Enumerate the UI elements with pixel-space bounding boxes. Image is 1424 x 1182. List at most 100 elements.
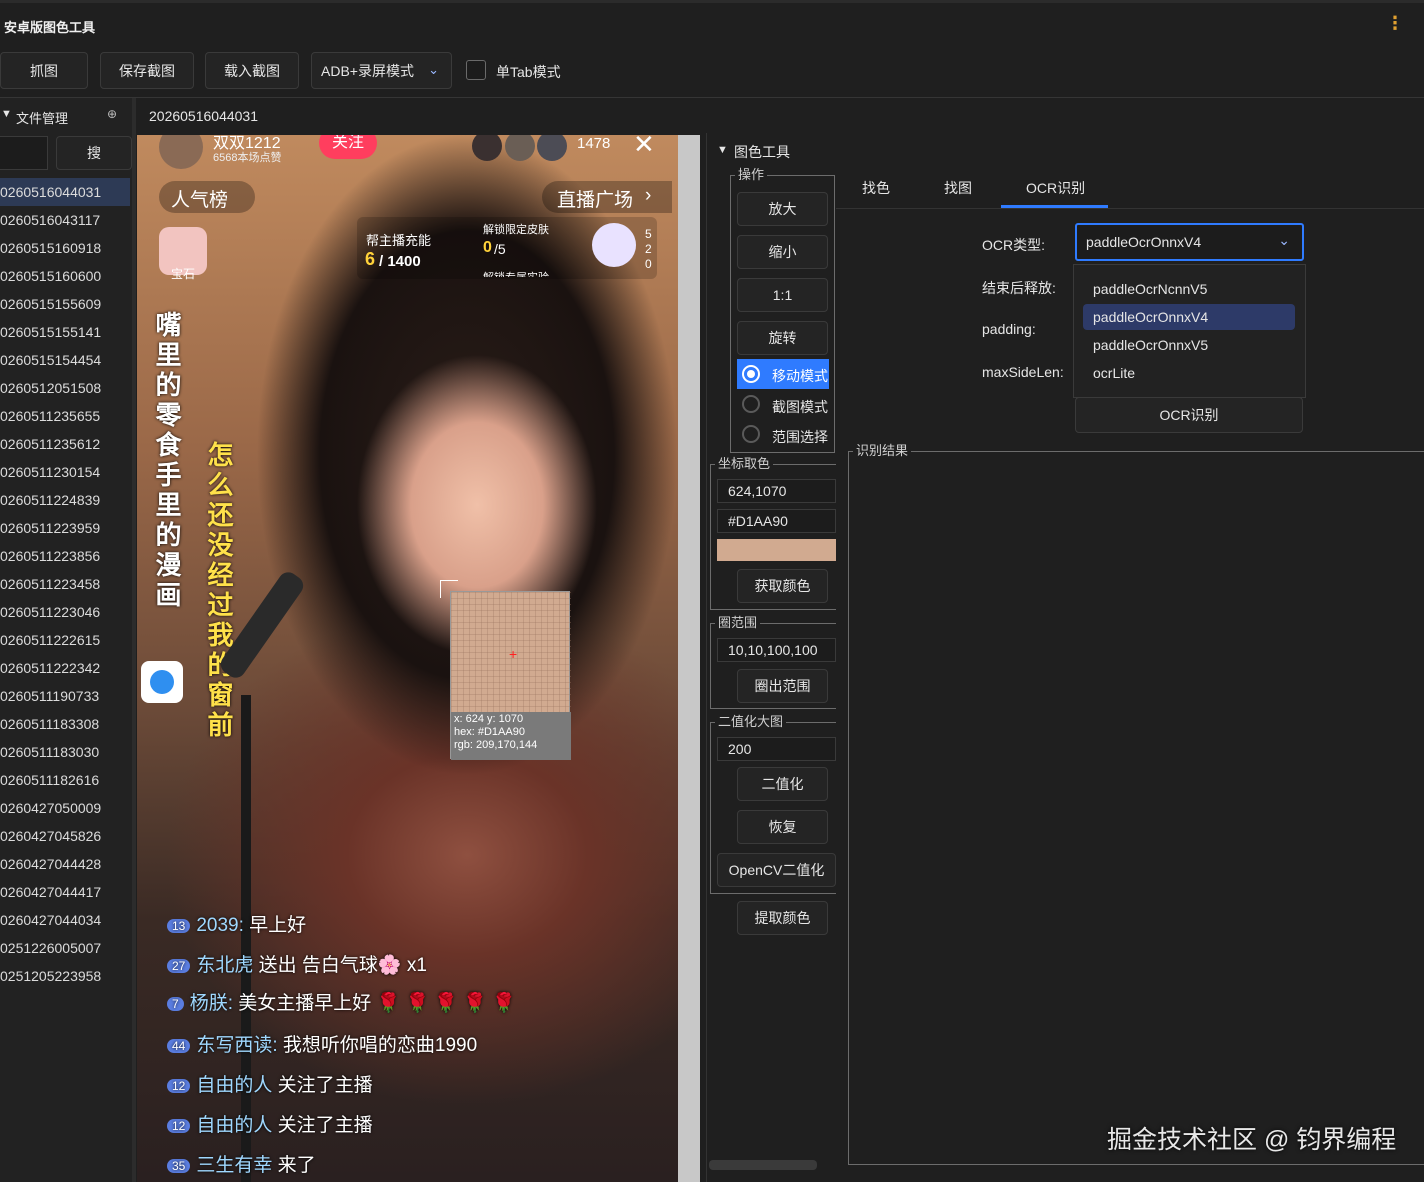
panel-splitter[interactable] xyxy=(132,98,136,1182)
file-list-item[interactable]: 0260511223959 xyxy=(0,514,130,542)
single-tab-checkbox[interactable] xyxy=(466,60,486,80)
toolbar-divider xyxy=(0,97,1424,98)
file-list-item[interactable]: 0260516044031 xyxy=(0,178,130,206)
range-group-title: 圈范围 xyxy=(715,615,761,631)
skin-value: 0 xyxy=(483,239,492,256)
tab-find-image[interactable]: 找图 xyxy=(944,178,972,198)
chat-username[interactable]: 东北虎 xyxy=(196,955,253,976)
tools-scrollbar[interactable] xyxy=(709,1160,817,1170)
chat-username[interactable]: 2039: xyxy=(196,915,244,936)
close-icon[interactable]: ✕ xyxy=(633,135,655,160)
ocr-run-button[interactable]: OCR识别 xyxy=(1075,397,1303,433)
chat-username[interactable]: 自由的人 xyxy=(196,1075,272,1096)
file-list-item[interactable]: 0260511222342 xyxy=(0,654,130,682)
file-search-input[interactable] xyxy=(0,136,48,170)
zoom-in-button[interactable]: 放大 xyxy=(737,192,828,226)
mode-capture-label: 截图模式 xyxy=(772,399,828,415)
file-list-item[interactable]: 0260511235612 xyxy=(0,430,130,458)
file-list-item[interactable]: 0260511223856 xyxy=(0,542,130,570)
file-list-item[interactable]: 0260427050009 xyxy=(0,794,130,822)
tab-find-color[interactable]: 找色 xyxy=(862,178,890,198)
file-list-item[interactable]: 0260511224839 xyxy=(0,486,130,514)
ocr-type-option[interactable]: paddleOcrOnnxV4 xyxy=(1083,304,1295,330)
save-capture-button[interactable]: 保存截图 xyxy=(100,52,194,89)
chat-username[interactable]: 自由的人 xyxy=(196,1115,272,1136)
file-list-item[interactable]: 0260427044417 xyxy=(0,878,130,906)
load-capture-button[interactable]: 载入截图 xyxy=(205,52,299,89)
mode-move[interactable]: 移动模式 xyxy=(737,359,829,389)
color-input[interactable]: #D1AA90 xyxy=(717,509,836,533)
file-list-item[interactable]: 0260512051508 xyxy=(0,374,130,402)
file-list-item[interactable]: 0260515154454 xyxy=(0,346,130,374)
coord-input[interactable]: 624,1070 xyxy=(717,479,836,503)
screenshot-view[interactable]: 双双1212 6568本场点赞 关注 1478 ✕ 人气榜 直播广场 › 宝石 … xyxy=(137,135,678,1182)
file-search-button[interactable]: 搜 xyxy=(56,136,132,170)
collapse-arrow-icon[interactable]: ▼ xyxy=(1,108,12,120)
follow-button[interactable]: 关注 xyxy=(319,135,377,159)
ocr-type-select[interactable]: paddleOcrOnnxV4 ⌄ xyxy=(1075,223,1304,261)
mode-move-radio[interactable] xyxy=(742,365,760,383)
app-logo-icon[interactable] xyxy=(141,661,183,703)
chat-username[interactable]: 东写西读: xyxy=(196,1035,277,1056)
user-level-badge: 12 xyxy=(167,1078,191,1093)
file-list-item[interactable]: 0260511183030 xyxy=(0,738,130,766)
ocr-type-option[interactable]: ocrLite xyxy=(1083,360,1295,386)
get-color-button[interactable]: 获取颜色 xyxy=(737,569,828,603)
restore-button[interactable]: 恢复 xyxy=(737,810,828,844)
ocr-result-title: 识别结果 xyxy=(853,443,912,459)
mode-capture-radio[interactable] xyxy=(742,395,760,413)
tools-collapse-arrow-icon[interactable]: ▼ xyxy=(717,144,728,156)
file-list-item[interactable]: 0260427044428 xyxy=(0,850,130,878)
ocr-type-label: OCR类型: xyxy=(982,237,1045,253)
file-list-item[interactable]: 0260511183308 xyxy=(0,710,130,738)
file-list-item[interactable]: 0260511223046 xyxy=(0,598,130,626)
pin-icon[interactable]: ⊕ xyxy=(107,107,117,121)
ocr-type-option[interactable]: paddleOcrOnnxV5 xyxy=(1083,332,1295,358)
more-menu-icon[interactable]: ⋮ xyxy=(1386,13,1404,34)
range-input[interactable]: 10,10,100,100 xyxy=(717,638,836,662)
chat-username[interactable]: 杨朕: xyxy=(190,993,233,1014)
ocr-type-option[interactable]: paddleOcrNcnnV5 xyxy=(1083,276,1295,302)
rotate-button[interactable]: 旋转 xyxy=(737,321,828,355)
file-list-item[interactable]: 0251205223958 xyxy=(0,962,130,990)
actual-size-button[interactable]: 1:1 xyxy=(737,278,828,312)
file-list-item[interactable]: 0260515155141 xyxy=(0,318,130,346)
file-list-item[interactable]: 0251226005007 xyxy=(0,934,130,962)
magnifier: + x: 624 y: 1070 hex: #D1AA90 rgb: 209,1… xyxy=(450,591,571,760)
file-list-item[interactable]: 0260427045826 xyxy=(0,822,130,850)
file-list-item[interactable]: 0260515155609 xyxy=(0,290,130,318)
extract-color-button[interactable]: 提取颜色 xyxy=(737,901,828,935)
file-list-item[interactable]: 0260511182616 xyxy=(0,766,130,794)
file-list-item[interactable]: 0260511222615 xyxy=(0,626,130,654)
opencv-binarize-button[interactable]: OpenCV二值化 xyxy=(717,853,836,887)
mic-stand xyxy=(241,695,251,1182)
zoom-out-button[interactable]: 缩小 xyxy=(737,235,828,269)
threshold-input[interactable]: 200 xyxy=(717,737,836,761)
chat-username[interactable]: 三生有幸 xyxy=(196,1155,272,1176)
file-list-item[interactable]: 0260427044034 xyxy=(0,906,130,934)
tab-ocr[interactable]: OCR识别 xyxy=(1026,178,1085,198)
gem-label: 宝石 xyxy=(171,267,196,281)
file-list-item[interactable]: 0260515160918 xyxy=(0,234,130,262)
draw-range-button[interactable]: 圈出范围 xyxy=(737,669,828,703)
file-list-item[interactable]: 0260511190733 xyxy=(0,682,130,710)
file-list-item[interactable]: 0260511230154 xyxy=(0,458,130,486)
file-list-item[interactable]: 0260516043117 xyxy=(0,206,130,234)
file-panel: ▼ 文件管理 ⊕ 搜 0260516044031 0260516043117 026… xyxy=(0,98,132,1182)
color-swatch xyxy=(717,539,836,561)
popularity-label: 人气榜 xyxy=(171,190,229,211)
image-tab-title[interactable]: 20260516044031 xyxy=(149,108,258,124)
chevron-right-icon: › xyxy=(645,185,652,206)
chat-message: 44 东写西读: 我想听你唱的恋曲1990 xyxy=(167,1030,477,1057)
capture-button[interactable]: 抓图 xyxy=(0,52,88,89)
mode-range-radio[interactable] xyxy=(742,425,760,443)
file-list-item[interactable]: 0260511235655 xyxy=(0,402,130,430)
ocr-result-group: 识别结果 xyxy=(848,443,1424,1165)
mode-select[interactable]: ADB+录屏模式 ⌄ xyxy=(311,52,452,89)
binarize-button[interactable]: 二值化 xyxy=(737,767,828,801)
file-list-item[interactable]: 0260515160600 xyxy=(0,262,130,290)
magnifier-rgb: rgb: 209,170,144 xyxy=(454,739,538,751)
file-list-item[interactable]: 0260511223458 xyxy=(0,570,130,598)
image-scroll-strip[interactable] xyxy=(678,135,700,1182)
release-label: 结束后释放: xyxy=(982,280,1056,296)
